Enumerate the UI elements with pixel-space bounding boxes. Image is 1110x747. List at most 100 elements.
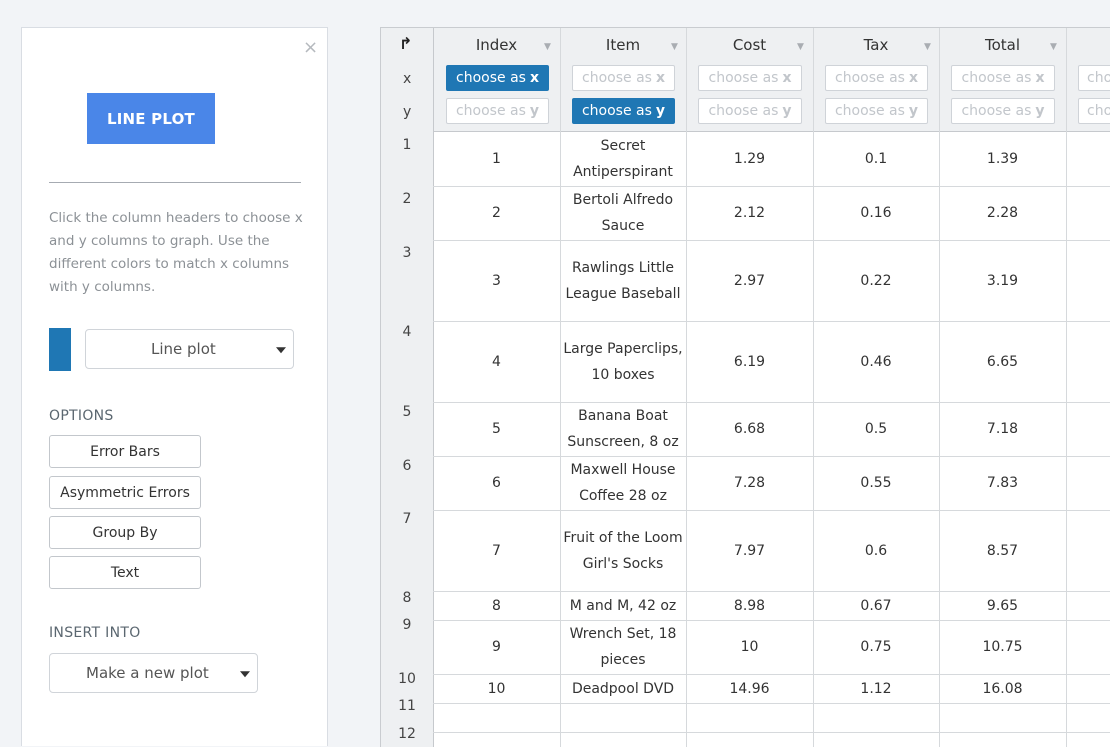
choose-x-button-total[interactable]: choose as x: [951, 65, 1055, 91]
row-number[interactable]: 10: [381, 671, 433, 687]
cell-cost[interactable]: 14.96: [686, 674, 813, 703]
choose-x-button-cost[interactable]: choose as x: [698, 65, 802, 91]
cell-item[interactable]: Wrench Set, 18 pieces: [560, 620, 686, 674]
choose-x-button-next[interactable]: choose as: [1078, 65, 1110, 91]
cell-index[interactable]: 10: [433, 674, 560, 703]
row-number[interactable]: 7: [381, 511, 433, 527]
cell-item[interactable]: Banana Boat Sunscreen, 8 oz: [560, 402, 686, 456]
cell-tax[interactable]: 1.12: [813, 674, 939, 703]
cell-tax[interactable]: 0.55: [813, 456, 939, 510]
grid-line: [1066, 28, 1067, 747]
column-header-item[interactable]: Item: [560, 36, 686, 54]
cell-total[interactable]: 2.28: [939, 186, 1066, 240]
row-number[interactable]: 2: [381, 191, 433, 207]
select-all-corner-icon[interactable]: ↱: [399, 34, 412, 53]
row-number[interactable]: 6: [381, 458, 433, 474]
cell-index[interactable]: 5: [433, 402, 560, 456]
column-header-tax[interactable]: Tax: [813, 36, 939, 54]
cell-item[interactable]: M and M, 42 oz: [560, 591, 686, 620]
chevron-down-icon[interactable]: ▼: [671, 42, 678, 52]
cell-cost[interactable]: 6.68: [686, 402, 813, 456]
cell-item[interactable]: Large Paperclips, 10 boxes: [560, 321, 686, 402]
row-number[interactable]: 5: [381, 404, 433, 420]
plot-type-select-label: Line plot: [151, 340, 216, 358]
cell-tax[interactable]: 0.75: [813, 620, 939, 674]
choose-x-button-item[interactable]: choose as x: [572, 65, 675, 91]
cell-cost[interactable]: 8.98: [686, 591, 813, 620]
cell-tax[interactable]: 0.16: [813, 186, 939, 240]
row-number[interactable]: 11: [381, 698, 433, 714]
text-button[interactable]: Text: [49, 556, 201, 589]
cell-item[interactable]: Maxwell House Coffee 28 oz: [560, 456, 686, 510]
asymmetric-errors-button[interactable]: Asymmetric Errors: [49, 476, 201, 509]
row-number[interactable]: 1: [381, 137, 433, 153]
series-color-swatch[interactable]: [49, 328, 71, 371]
close-icon[interactable]: ×: [303, 37, 318, 58]
cell-item[interactable]: Rawlings Little League Baseball: [560, 240, 686, 321]
choose-y-button-tax[interactable]: choose as y: [825, 98, 928, 124]
cell-total[interactable]: 7.18: [939, 402, 1066, 456]
plot-type-select[interactable]: Line plot: [85, 329, 294, 369]
cell-tax[interactable]: 0.5: [813, 402, 939, 456]
cell-index[interactable]: 7: [433, 510, 560, 591]
choose-y-button-index[interactable]: choose as y: [446, 98, 549, 124]
choose-y-button-next[interactable]: choose as: [1078, 98, 1110, 124]
choose-x-button-index[interactable]: choose as x: [446, 65, 549, 91]
line-plot-button[interactable]: LINE PLOT: [87, 93, 215, 144]
row-number[interactable]: 4: [381, 324, 433, 340]
column-header-cost[interactable]: Cost: [686, 36, 813, 54]
cell-cost[interactable]: 6.19: [686, 321, 813, 402]
chevron-down-icon[interactable]: ▼: [544, 42, 551, 52]
row-number[interactable]: 12: [381, 726, 433, 742]
cell-tax[interactable]: 0.22: [813, 240, 939, 321]
cell-total[interactable]: 9.65: [939, 591, 1066, 620]
cell-cost[interactable]: 2.97: [686, 240, 813, 321]
insert-into-select[interactable]: Make a new plot: [49, 653, 258, 693]
cell-cost[interactable]: 2.12: [686, 186, 813, 240]
cell-index[interactable]: 6: [433, 456, 560, 510]
cell-index[interactable]: 3: [433, 240, 560, 321]
data-grid: ↱ x y Index ▼ Item ▼ Cost ▼ Tax ▼ Total …: [380, 27, 1110, 747]
choose-x-button-tax[interactable]: choose as x: [825, 65, 928, 91]
cell-total[interactable]: 6.65: [939, 321, 1066, 402]
choose-y-button-cost[interactable]: choose as y: [698, 98, 802, 124]
error-bars-button[interactable]: Error Bars: [49, 435, 201, 468]
cell-index[interactable]: 9: [433, 620, 560, 674]
cell-item[interactable]: Fruit of the Loom Girl's Socks: [560, 510, 686, 591]
cell-tax[interactable]: 0.67: [813, 591, 939, 620]
cell-cost[interactable]: 1.29: [686, 132, 813, 186]
cell-item[interactable]: Bertoli Alfredo Sauce: [560, 186, 686, 240]
cell-index[interactable]: 2: [433, 186, 560, 240]
cell-total[interactable]: 16.08: [939, 674, 1066, 703]
cell-tax[interactable]: 0.46: [813, 321, 939, 402]
cell-total[interactable]: 1.39: [939, 132, 1066, 186]
y-row-label: y: [403, 104, 412, 120]
cell-index[interactable]: 4: [433, 321, 560, 402]
cell-cost[interactable]: 7.97: [686, 510, 813, 591]
cell-item[interactable]: Secret Antiperspirant: [560, 132, 686, 186]
column-header-total[interactable]: Total: [939, 36, 1066, 54]
cell-tax[interactable]: 0.1: [813, 132, 939, 186]
row-number[interactable]: 9: [381, 617, 433, 633]
choose-y-button-total[interactable]: choose as y: [951, 98, 1055, 124]
cell-total[interactable]: 3.19: [939, 240, 1066, 321]
row-number[interactable]: 8: [381, 590, 433, 606]
choose-y-button-item[interactable]: choose as y: [572, 98, 675, 124]
cell-total[interactable]: 7.83: [939, 456, 1066, 510]
row-number[interactable]: 3: [381, 245, 433, 261]
cell-cost[interactable]: 10: [686, 620, 813, 674]
cell-total[interactable]: 10.75: [939, 620, 1066, 674]
group-by-button[interactable]: Group By: [49, 516, 201, 549]
column-header-index[interactable]: Index: [433, 36, 560, 54]
cell-tax[interactable]: 0.6: [813, 510, 939, 591]
insert-into-heading: INSERT INTO: [49, 625, 141, 641]
chevron-down-icon[interactable]: ▼: [1050, 42, 1057, 52]
grid-line: [433, 703, 1110, 704]
cell-index[interactable]: 1: [433, 132, 560, 186]
chevron-down-icon[interactable]: ▼: [924, 42, 931, 52]
chevron-down-icon[interactable]: ▼: [797, 42, 804, 52]
cell-total[interactable]: 8.57: [939, 510, 1066, 591]
cell-index[interactable]: 8: [433, 591, 560, 620]
cell-item[interactable]: Deadpool DVD: [560, 674, 686, 703]
cell-cost[interactable]: 7.28: [686, 456, 813, 510]
